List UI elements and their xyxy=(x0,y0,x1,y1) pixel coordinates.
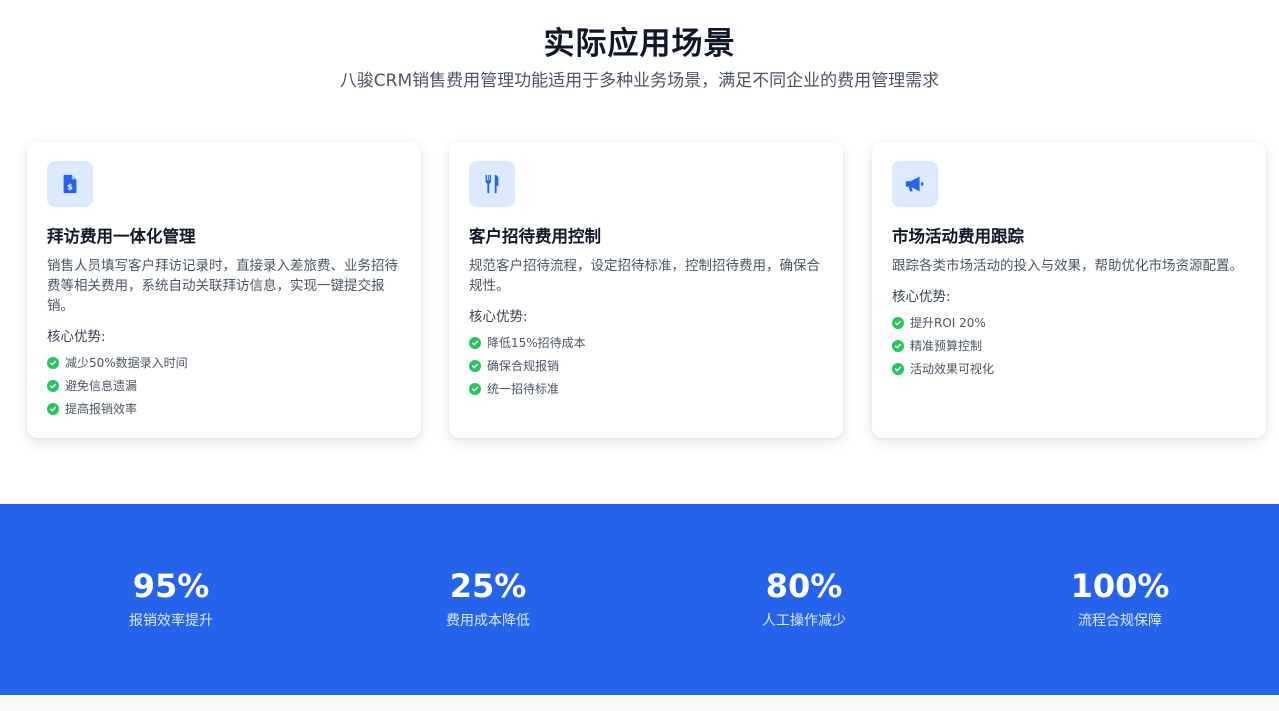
advantages-list: 减少50%数据录入时间 避免信息遗漏 提高报销效率 xyxy=(47,351,402,420)
advantage-text: 避免信息遗漏 xyxy=(65,379,138,393)
card-title: 拜访费用一体化管理 xyxy=(47,227,196,246)
stat-value: 25% xyxy=(449,567,527,605)
card-icon-box xyxy=(892,161,938,207)
card-icon-box xyxy=(469,161,515,207)
advantage-item: 统一招待标准 xyxy=(469,377,824,400)
advantage-item: 减少50%数据录入时间 xyxy=(47,351,402,374)
card-description: 跟踪各类市场活动的投入与效果，帮助优化市场资源配置。 xyxy=(892,258,1243,274)
advantage-item: 提高报销效率 xyxy=(47,397,402,420)
advantage-item: 精准预算控制 xyxy=(892,334,1247,357)
utensils-icon xyxy=(485,174,499,194)
card-description: 销售人员填写客户拜访记录时，直接录入差旅费、业务招待费等相关费用，系统自动关联拜… xyxy=(47,258,398,314)
advantage-item: 避免信息遗漏 xyxy=(47,374,402,397)
advantage-item: 提升ROI 20% xyxy=(892,311,1247,334)
advantages-list: 提升ROI 20% 精准预算控制 活动效果可视化 xyxy=(892,311,1247,380)
advantage-item: 活动效果可视化 xyxy=(892,357,1247,380)
advantage-item: 降低15%招待成本 xyxy=(469,331,824,354)
advantage-text: 提升ROI 20% xyxy=(910,316,986,330)
scenario-card-visit-expense: $ 拜访费用一体化管理 销售人员填写客户拜访记录时，直接录入差旅费、业务招待费等… xyxy=(27,142,421,438)
advantages-list: 降低15%招待成本 确保合规报销 统一招待标准 xyxy=(469,331,824,400)
check-circle-icon xyxy=(47,356,59,369)
advantage-text: 确保合规报销 xyxy=(487,359,560,373)
stat-label: 人工操作减少 xyxy=(762,613,846,629)
card-title: 客户招待费用控制 xyxy=(469,227,601,246)
advantage-text: 统一招待标准 xyxy=(487,382,560,396)
stat-label: 费用成本降低 xyxy=(446,613,530,629)
check-circle-icon xyxy=(469,336,481,349)
svg-text:$: $ xyxy=(67,182,73,192)
megaphone-icon xyxy=(905,176,924,192)
stat-label: 流程合规保障 xyxy=(1078,613,1162,629)
section-subtitle: 八骏CRM销售费用管理功能适用于多种业务场景，满足不同企业的费用管理需求 xyxy=(339,71,940,91)
check-circle-icon xyxy=(47,379,59,392)
check-circle-icon xyxy=(469,359,481,372)
advantage-text: 活动效果可视化 xyxy=(910,362,995,376)
check-circle-icon xyxy=(892,316,904,329)
scenario-card-marketing-expense: 市场活动费用跟踪 跟踪各类市场活动的投入与效果，帮助优化市场资源配置。 核心优势… xyxy=(872,142,1266,438)
advantage-text: 减少50%数据录入时间 xyxy=(65,356,188,370)
check-circle-icon xyxy=(469,382,481,395)
check-circle-icon xyxy=(892,362,904,375)
card-description: 规范客户招待流程，设定招待标准，控制招待费用，确保合规性。 xyxy=(469,258,820,294)
card-icon-box: $ xyxy=(47,161,93,207)
advantage-text: 精准预算控制 xyxy=(910,339,983,353)
card-title: 市场活动费用跟踪 xyxy=(892,227,1024,246)
scenario-cards: $ 拜访费用一体化管理 销售人员填写客户拜访记录时，直接录入差旅费、业务招待费等… xyxy=(27,142,1266,438)
advantage-text: 降低15%招待成本 xyxy=(487,336,586,350)
stat-compliance: 100% 流程合规保障 xyxy=(1000,564,1240,631)
advantage-text: 提高报销效率 xyxy=(65,402,138,416)
check-circle-icon xyxy=(892,339,904,352)
advantages-label: 核心优势: xyxy=(469,309,528,325)
check-circle-icon xyxy=(47,402,59,415)
stat-label: 报销效率提升 xyxy=(129,613,213,629)
advantage-item: 确保合规报销 xyxy=(469,354,824,377)
stat-reimbursement-efficiency: 95% 报销效率提升 xyxy=(51,564,291,631)
advantages-label: 核心优势: xyxy=(47,329,106,345)
scenario-card-hospitality-expense: 客户招待费用控制 规范客户招待流程，设定招待标准，控制招待费用，确保合规性。 核… xyxy=(449,142,843,438)
stat-value: 95% xyxy=(132,567,210,605)
invoice-dollar-icon: $ xyxy=(63,174,77,194)
footer-strip xyxy=(0,695,1279,711)
stats-band: 95% 报销效率提升 25% 费用成本降低 80% 人工操作减少 100% 流程… xyxy=(0,504,1279,695)
stat-value: 100% xyxy=(1070,567,1170,605)
stat-value: 80% xyxy=(765,567,843,605)
stat-cost-reduction: 25% 费用成本降低 xyxy=(368,564,608,631)
stat-manual-work-reduction: 80% 人工操作减少 xyxy=(684,564,924,631)
section-title: 实际应用场景 xyxy=(543,26,736,62)
advantages-label: 核心优势: xyxy=(892,289,951,305)
